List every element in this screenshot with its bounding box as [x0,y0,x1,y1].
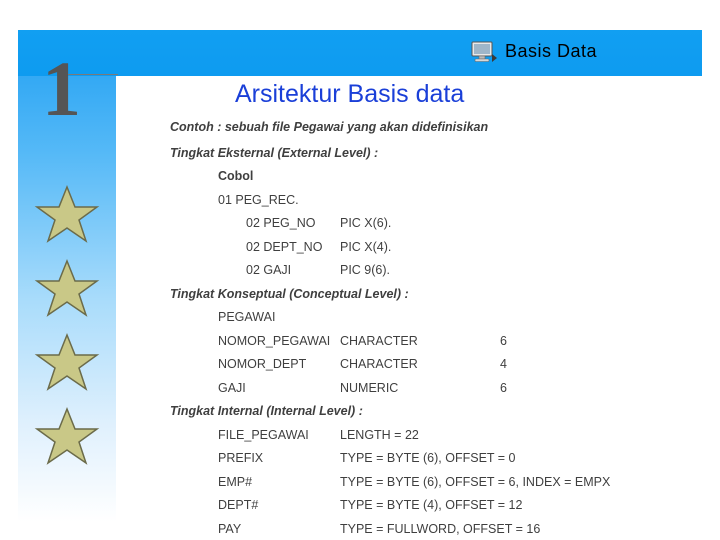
row-label: GAJI [218,380,246,395]
row-label: EMP# [218,474,253,489]
slide-root: Basis Data 1 Arsitektur Basis data Conto… [0,0,720,540]
row-value: TYPE = BYTE (6), OFFSET = 6, INDEX = EMP… [340,474,611,489]
section-heading: Tingkat Internal (Internal Level) : [170,404,363,418]
row-label: PAY [218,521,242,536]
star-icon [34,406,100,465]
body-intro: Contoh : sebuah file Pegawai yang akan d… [170,120,489,134]
row-size: 6 [500,380,507,395]
row-value: LENGTH = 22 [340,427,419,442]
star-icon [34,258,100,317]
section-heading: Tingkat Eksternal (External Level) : [170,145,379,160]
row-label: 02 PEG_NO [246,216,316,230]
star-icon [34,184,100,243]
row-value: PIC 9(6). [340,263,391,277]
row-value: CHARACTER [340,333,418,348]
star-icon [34,332,100,391]
slide-title: Arsitektur Basis data [235,80,465,108]
row-label: NOMOR_PEGAWAI [218,333,331,348]
row-value: NUMERIC [340,380,399,395]
computer-monitor-icon [471,41,497,62]
row-value: PIC X(4). [340,239,392,254]
row-size: 6 [500,333,507,348]
row-label: 01 PEG_REC. [218,192,299,207]
row-label: FILE_PEGAWAI [218,427,309,442]
row-label: PREFIX [218,451,264,465]
row-value: CHARACTER [340,357,418,371]
row-value: TYPE = FULLWORD, OFFSET = 16 [340,521,541,536]
row-label: DEPT# [218,498,259,512]
header-title: Basis Data [505,41,598,61]
row-value: PIC X(6). [340,216,392,230]
row-size: 4 [500,357,507,371]
row-label: 02 GAJI [246,263,292,277]
slide-number: 1 [42,45,81,132]
row-label: Cobol [218,169,254,183]
row-label: PEGAWAI [218,310,276,324]
row-label: NOMOR_DEPT [218,357,307,371]
row-label: 02 DEPT_NO [246,239,323,254]
section-heading: Tingkat Konseptual (Conceptual Level) : [170,286,409,301]
number-underline [68,74,118,75]
row-value: TYPE = BYTE (4), OFFSET = 12 [340,498,523,512]
header-bar [18,30,702,76]
row-value: TYPE = BYTE (6), OFFSET = 0 [340,451,516,465]
